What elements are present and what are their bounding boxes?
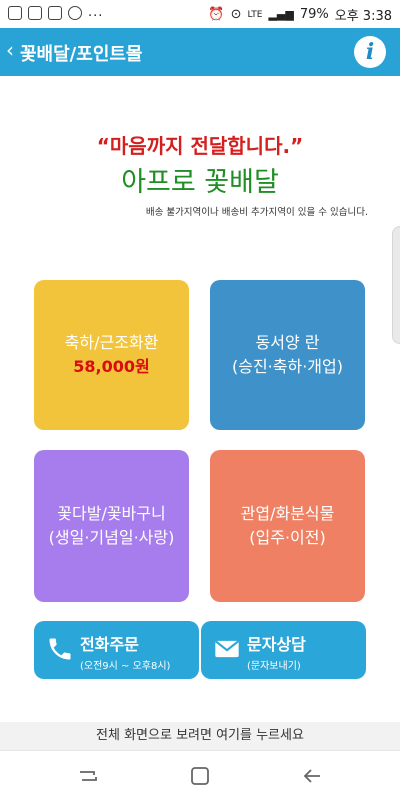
tile-sublabel: (입주·이전) — [249, 528, 326, 547]
tile-plant[interactable]: 관엽/화분식물 (입주·이전) — [210, 450, 365, 602]
headline: “마음까지 전달합니다.” — [96, 134, 304, 158]
tile-label: 동서양 란 — [255, 333, 320, 352]
notification-icon — [8, 5, 22, 20]
system-nav-bar — [0, 750, 400, 800]
more-notifications: ... — [88, 5, 104, 20]
talk-icon — [48, 5, 62, 20]
status-left: ... — [8, 5, 103, 20]
tile-sublabel: (생일·기념일·사랑) — [48, 528, 175, 547]
tile-price: 58,000원 — [73, 357, 150, 376]
signal-icon: ▂▄▆ — [268, 8, 294, 21]
location-icon: ⊙ — [230, 7, 242, 22]
gallery-icon — [28, 5, 42, 20]
tile-orchid[interactable]: 동서양 란 (승진·축하·개업) — [210, 280, 365, 430]
sms-consult-button[interactable]: 문자상담 (문자보내기) — [201, 621, 366, 679]
tile-label: 관엽/화분식물 — [240, 504, 335, 523]
sync-icon — [68, 5, 82, 20]
delivery-notice: 배송 불가지역이나 배송비 추가지역이 있을 수 있습니다. — [145, 207, 368, 218]
tile-sublabel: (승진·축하·개업) — [232, 357, 343, 376]
sms-consult-sub: (문자보내기) — [247, 661, 301, 672]
carrier-label: LTE — [247, 9, 263, 20]
alarm-icon: ⏰ — [208, 7, 225, 22]
tile-bouquet[interactable]: 꽃다발/꽃바구니 (생일·기념일·사랑) — [34, 450, 189, 602]
tile-label: 축하/근조화환 — [64, 333, 159, 352]
recent-apps-icon[interactable] — [76, 764, 100, 788]
time-label: 오후 3:38 — [334, 9, 392, 24]
info-button[interactable]: i — [354, 36, 386, 68]
phone-order-button[interactable]: 전화주문 (오전9시 ~ 오후8시) — [34, 621, 199, 679]
envelope-icon — [215, 640, 239, 658]
tile-label: 꽃다발/꽃바구니 — [57, 504, 166, 523]
home-icon[interactable] — [188, 764, 212, 788]
sms-consult-label: 문자상담 — [247, 635, 306, 654]
brand-title: 아프로 꽃배달 — [121, 167, 279, 198]
back-chevron-icon[interactable]: ‹ — [6, 40, 14, 60]
status-bar: ... ⏰ ⊙ LTE ▂▄▆ 79% 오후 3:38 — [0, 0, 400, 28]
back-arrow-icon[interactable] — [300, 764, 324, 788]
phone-icon — [49, 638, 71, 660]
edge-panel-handle[interactable] — [392, 226, 400, 344]
app-bar: ‹ 꽃배달/포인트몰 i — [0, 28, 400, 76]
battery-label: 79% — [299, 7, 329, 22]
phone-order-label: 전화주문 — [80, 635, 139, 654]
tile-wreath[interactable]: 축하/근조화환 58,000원 — [34, 280, 189, 430]
fullscreen-prompt[interactable]: 전체 화면으로 보려면 여기를 누르세요 — [0, 722, 400, 750]
status-right: ⏰ ⊙ LTE ▂▄▆ 79% 오후 3:38 — [208, 5, 392, 24]
page-title: 꽃배달/포인트몰 — [20, 44, 143, 65]
phone-order-hours: (오전9시 ~ 오후8시) — [80, 661, 171, 672]
